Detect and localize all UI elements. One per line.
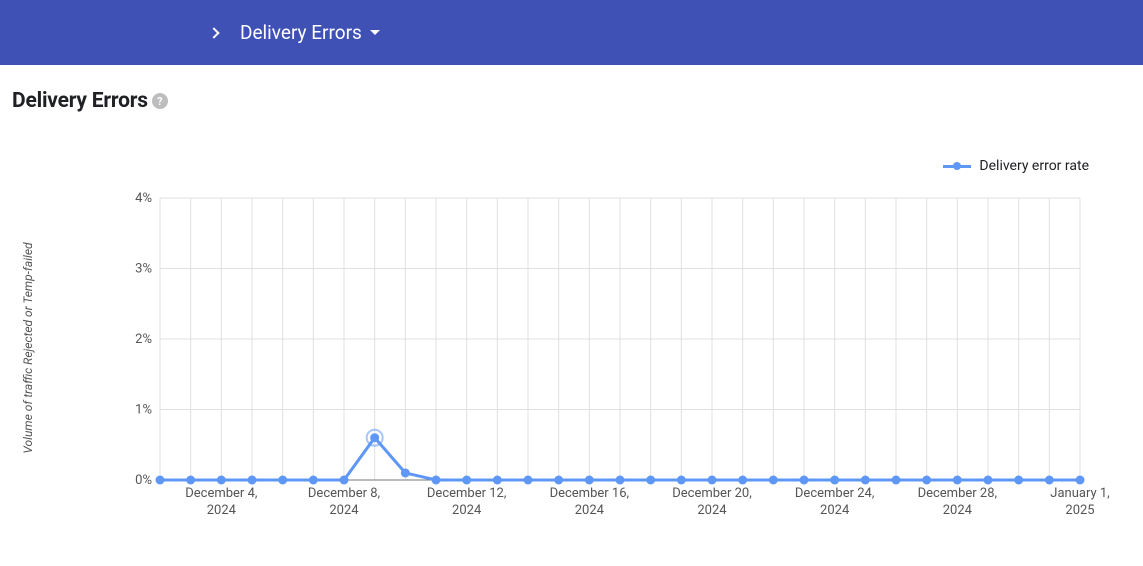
- metric-dropdown[interactable]: Delivery Errors: [240, 21, 380, 44]
- x-tick-label: January 1, 2025: [1050, 486, 1109, 520]
- legend-swatch-icon: [943, 160, 971, 172]
- y-tick-label: 4%: [135, 191, 152, 206]
- data-point[interactable]: [186, 476, 195, 485]
- x-tick-label: December 4, 2024: [185, 486, 257, 520]
- data-point[interactable]: [340, 476, 349, 485]
- x-tick-label: December 28, 2024: [918, 486, 998, 520]
- x-tick-label: December 12, 2024: [427, 486, 507, 520]
- data-point[interactable]: [922, 476, 931, 485]
- page-title: Delivery Errors: [12, 89, 148, 113]
- data-point[interactable]: [830, 476, 839, 485]
- x-tick-label: December 8, 2024: [308, 486, 380, 520]
- data-point[interactable]: [401, 468, 410, 477]
- data-point[interactable]: [738, 476, 747, 485]
- data-point[interactable]: [708, 476, 717, 485]
- data-point[interactable]: [1014, 476, 1023, 485]
- data-point[interactable]: [861, 476, 870, 485]
- data-point[interactable]: [800, 476, 809, 485]
- y-axis-label: Volume of traffic Rejected or Temp-faile…: [21, 198, 35, 498]
- data-point[interactable]: [984, 476, 993, 485]
- x-tick-label: December 24, 2024: [795, 486, 875, 520]
- data-point[interactable]: [1076, 476, 1085, 485]
- data-point[interactable]: [156, 476, 165, 485]
- data-point[interactable]: [309, 476, 318, 485]
- data-point[interactable]: [278, 476, 287, 485]
- help-icon[interactable]: ?: [152, 93, 168, 109]
- header-bar: Delivery Errors: [0, 0, 1143, 65]
- data-point[interactable]: [462, 476, 471, 485]
- page-title-row: Delivery Errors ?: [12, 89, 1143, 113]
- chevron-right-icon: [208, 27, 219, 38]
- data-point[interactable]: [1045, 476, 1054, 485]
- legend-series-label: Delivery error rate: [979, 158, 1089, 174]
- data-point[interactable]: [370, 433, 379, 442]
- data-point[interactable]: [585, 476, 594, 485]
- data-point[interactable]: [248, 476, 257, 485]
- data-point[interactable]: [769, 476, 778, 485]
- data-point[interactable]: [953, 476, 962, 485]
- data-point[interactable]: [524, 476, 533, 485]
- line-chart: 0% 1% 2% 3% 4%: [120, 190, 1090, 490]
- x-tick-label: December 20, 2024: [672, 486, 752, 520]
- data-point[interactable]: [677, 476, 686, 485]
- data-point[interactable]: [646, 476, 655, 485]
- y-tick-label: 3%: [135, 262, 152, 277]
- y-tick-label: 2%: [135, 332, 152, 347]
- x-tick-label: December 16, 2024: [550, 486, 630, 520]
- data-point[interactable]: [616, 476, 625, 485]
- y-tick-label: 0%: [135, 473, 152, 488]
- data-point[interactable]: [554, 476, 563, 485]
- chart-container: Delivery error rate Volume of traffic Re…: [0, 130, 1143, 566]
- y-tick-label: 1%: [135, 403, 152, 418]
- data-point[interactable]: [217, 476, 226, 485]
- data-point[interactable]: [432, 476, 441, 485]
- data-point[interactable]: [493, 476, 502, 485]
- data-point[interactable]: [892, 476, 901, 485]
- metric-dropdown-label: Delivery Errors: [240, 21, 362, 44]
- caret-down-icon: [370, 30, 380, 35]
- chart-legend: Delivery error rate: [943, 158, 1089, 174]
